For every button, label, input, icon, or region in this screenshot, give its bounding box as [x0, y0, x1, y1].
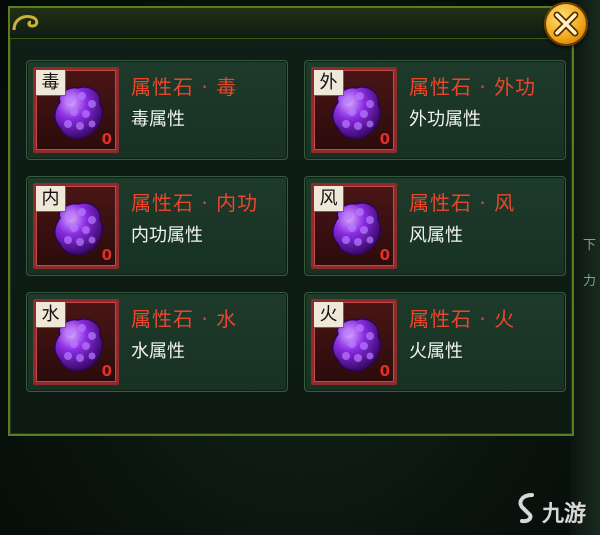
- stone-description: 内功属性: [131, 225, 203, 246]
- stone-card-external[interactable]: 外 0 属性石 · 外功 外功属性: [304, 60, 566, 160]
- slot-tag: 风: [314, 186, 344, 212]
- attribute-stone-panel: 毒 0 属性石 · 毒 毒属性 外 0 属性石 · 外功 外功属性 内 0 属性…: [8, 6, 574, 436]
- item-count: 0: [101, 246, 112, 264]
- close-icon: [553, 11, 579, 37]
- corner-ornament-icon: [12, 15, 39, 31]
- stone-description: 水属性: [131, 341, 185, 362]
- watermark-text: 九游: [542, 502, 587, 527]
- stone-title: 属性石 · 火: [409, 307, 516, 331]
- stone-description: 火属性: [409, 341, 463, 362]
- background-strip: [570, 0, 600, 535]
- item-slot[interactable]: 水 0: [33, 299, 119, 385]
- slot-tag: 内: [36, 186, 66, 212]
- stone-title: 属性石 · 风: [409, 191, 516, 215]
- slot-tag: 水: [36, 302, 66, 328]
- item-count: 0: [101, 130, 112, 148]
- item-count: 0: [101, 362, 112, 380]
- stone-description: 毒属性: [131, 109, 185, 130]
- panel-header-bar: [10, 8, 572, 39]
- jiuyou-logo-icon: [518, 493, 534, 524]
- item-slot[interactable]: 毒 0: [33, 67, 119, 153]
- stone-title: 属性石 · 毒: [131, 75, 238, 99]
- stone-card-fire[interactable]: 火 0 属性石 · 火 火属性: [304, 292, 566, 392]
- item-slot[interactable]: 火 0: [311, 299, 397, 385]
- item-count: 0: [379, 130, 390, 148]
- stone-card-wind[interactable]: 风 0 属性石 · 风 风属性: [304, 176, 566, 276]
- item-count: 0: [379, 362, 390, 380]
- slot-tag: 外: [314, 70, 344, 96]
- slot-tag: 火: [314, 302, 344, 328]
- stone-title: 属性石 · 内功: [131, 191, 259, 215]
- stone-card-internal[interactable]: 内 0 属性石 · 内功 内功属性: [26, 176, 288, 276]
- item-count: 0: [379, 246, 390, 264]
- site-watermark: 九游: [512, 492, 598, 528]
- stone-description: 外功属性: [409, 109, 481, 130]
- stone-title: 属性石 · 水: [131, 307, 238, 331]
- stone-card-water[interactable]: 水 0 属性石 · 水 水属性: [26, 292, 288, 392]
- stone-title: 属性石 · 外功: [409, 75, 537, 99]
- background-text: 力: [583, 274, 597, 289]
- stone-card-poison[interactable]: 毒 0 属性石 · 毒 毒属性: [26, 60, 288, 160]
- item-slot[interactable]: 内 0: [33, 183, 119, 269]
- stone-description: 风属性: [409, 225, 463, 246]
- item-slot[interactable]: 外 0: [311, 67, 397, 153]
- item-slot[interactable]: 风 0: [311, 183, 397, 269]
- background-text: 下: [583, 238, 597, 253]
- close-button[interactable]: [544, 2, 588, 46]
- slot-tag: 毒: [36, 70, 66, 96]
